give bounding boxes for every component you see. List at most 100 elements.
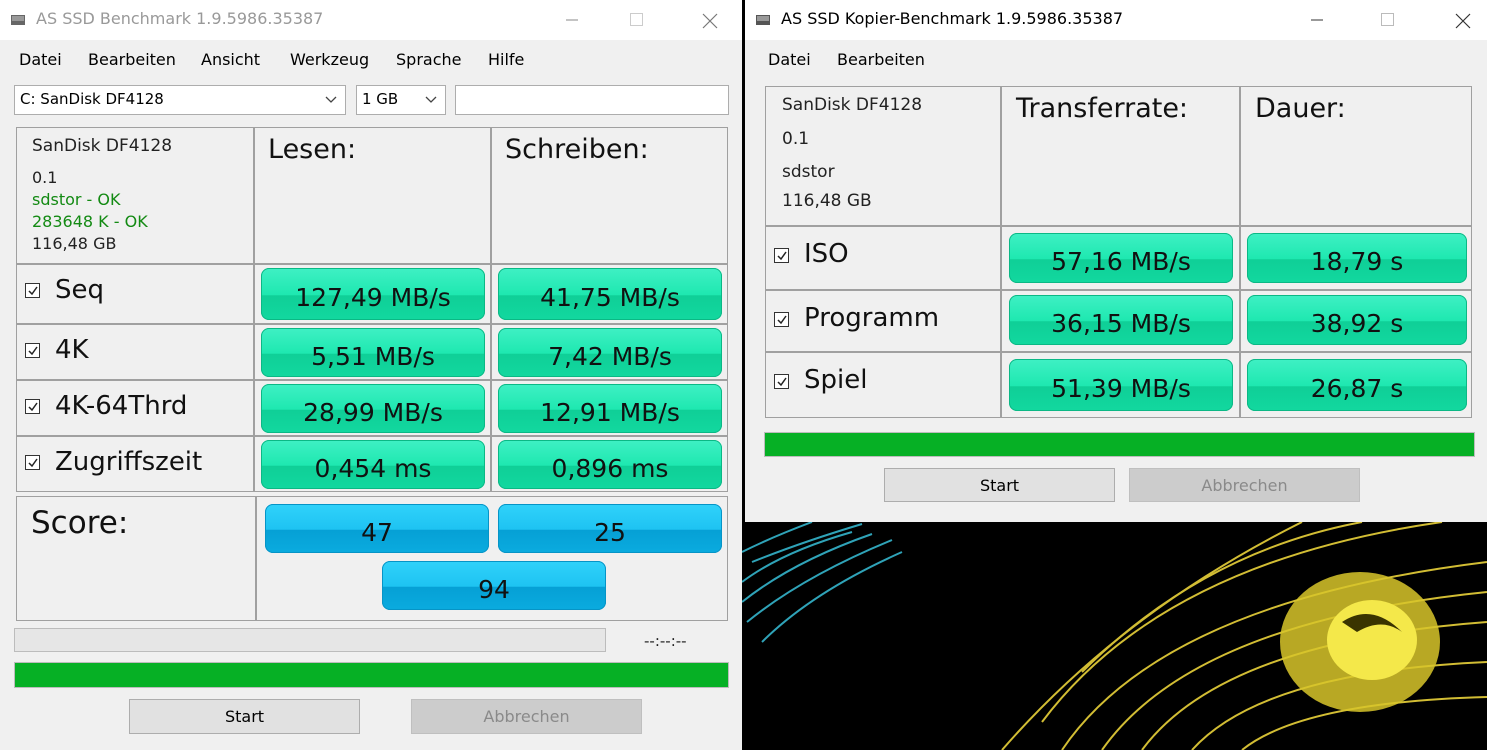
iso-label: ISO <box>804 239 849 269</box>
check-icon <box>28 458 38 468</box>
read-header-cell: Lesen: <box>254 127 491 264</box>
read-header: Lesen: <box>268 134 357 165</box>
minimize-button[interactable] <box>1295 0 1341 40</box>
score-read-value: 47 <box>265 504 489 553</box>
minimize-icon <box>1311 19 1323 21</box>
duration-header: Dauer: <box>1255 93 1346 124</box>
check-icon <box>777 315 787 325</box>
menu-hilfe[interactable]: Hilfe <box>488 50 524 69</box>
access-checkbox[interactable] <box>25 455 40 470</box>
row-4k64-read-cell: 28,99 MB/s <box>254 380 491 436</box>
test-progress-bar <box>14 628 606 652</box>
menu-ansicht[interactable]: Ansicht <box>201 50 260 69</box>
drive-select-value: C: SanDisk DF4128 <box>20 90 164 108</box>
4k-read-value: 5,51 MB/s <box>261 328 485 377</box>
check-icon <box>28 286 38 296</box>
4k-checkbox[interactable] <box>25 343 40 358</box>
check-icon <box>777 251 787 261</box>
access-read-value: 0,454 ms <box>261 440 485 489</box>
row-game-label-cell: Spiel <box>765 352 1001 418</box>
program-rate-value: 36,15 MB/s <box>1009 295 1233 345</box>
copy-progress-bar <box>764 432 1475 457</box>
text-field[interactable] <box>455 85 729 115</box>
desktop-wallpaper <box>742 522 1487 750</box>
menu-bearbeiten[interactable]: Bearbeiten <box>837 50 925 69</box>
iso-duration-value: 18,79 s <box>1247 233 1467 283</box>
row-iso-rate-cell: 57,16 MB/s <box>1001 226 1240 290</box>
4k64-label: 4K-64Thrd <box>55 391 188 421</box>
menubar: Datei Bearbeiten Ansicht Werkzeug Sprach… <box>0 46 742 74</box>
elapsed-timer: --:--:-- <box>644 632 687 650</box>
iso-checkbox[interactable] <box>774 248 789 263</box>
menubar: Datei Bearbeiten <box>745 46 1487 74</box>
copy-progress-fill <box>765 433 1474 456</box>
close-button[interactable] <box>1439 0 1485 40</box>
row-seq-label-cell: Seq <box>16 264 254 324</box>
score-label: Score: <box>31 505 129 541</box>
menu-sprache[interactable]: Sprache <box>396 50 461 69</box>
row-seq-write-cell: 41,75 MB/s <box>491 264 728 324</box>
row-4k64-label-cell: 4K-64Thrd <box>16 380 254 436</box>
row-access-label-cell: Zugriffszeit <box>16 436 254 492</box>
4k-write-value: 7,42 MB/s <box>498 328 722 377</box>
4k64-write-value: 12,91 MB/s <box>498 384 722 433</box>
access-write-value: 0,896 ms <box>498 440 722 489</box>
maximize-icon <box>1381 13 1394 26</box>
start-button[interactable]: Start <box>129 699 360 734</box>
start-button[interactable]: Start <box>884 468 1115 502</box>
game-duration-value: 26,87 s <box>1247 359 1467 411</box>
drive-capacity: 116,48 GB <box>782 191 872 211</box>
close-icon <box>702 13 718 29</box>
menu-werkzeug[interactable]: Werkzeug <box>290 50 369 69</box>
row-access-read-cell: 0,454 ms <box>254 436 491 492</box>
score-total-value: 94 <box>382 561 606 610</box>
score-values-cell: 47 25 94 <box>256 496 728 621</box>
row-program-label-cell: Programm <box>765 290 1001 352</box>
menu-bearbeiten[interactable]: Bearbeiten <box>88 50 176 69</box>
chevron-down-icon <box>425 96 437 103</box>
total-progress-bar <box>14 662 729 688</box>
drive-info-panel: SanDisk DF4128 0.1 sdstor 116,48 GB <box>765 86 1001 226</box>
row-program-duration-cell: 38,92 s <box>1240 290 1472 352</box>
close-button[interactable] <box>686 0 732 40</box>
access-label: Zugriffszeit <box>55 447 203 477</box>
rate-header-cell: Transferrate: <box>1001 86 1240 226</box>
menu-datei[interactable]: Datei <box>19 50 62 69</box>
iso-rate-value: 57,16 MB/s <box>1009 233 1233 283</box>
drive-firmware: 0.1 <box>32 168 58 187</box>
size-select[interactable]: 1 GB <box>356 85 446 115</box>
row-4k-write-cell: 7,42 MB/s <box>491 324 728 380</box>
abort-button[interactable]: Abbrechen <box>1129 468 1360 502</box>
row-iso-duration-cell: 18,79 s <box>1240 226 1472 290</box>
maximize-button[interactable] <box>1365 0 1411 40</box>
drive-select[interactable]: C: SanDisk DF4128 <box>14 85 346 115</box>
4k64-checkbox[interactable] <box>25 399 40 414</box>
drive-driver: sdstor <box>782 162 835 182</box>
check-icon <box>28 402 38 412</box>
drive-info-panel: SanDisk DF4128 0.1 sdstor - OK 283648 K … <box>16 127 254 264</box>
chevron-down-icon <box>325 96 337 103</box>
program-duration-value: 38,92 s <box>1247 295 1467 345</box>
copy-benchmark-titlebar[interactable]: AS SSD Kopier-Benchmark 1.9.5986.35387 <box>745 0 1487 40</box>
maximize-button[interactable] <box>614 0 660 40</box>
benchmark-titlebar[interactable]: AS SSD Benchmark 1.9.5986.35387 <box>0 0 742 40</box>
minimize-icon <box>566 19 578 21</box>
seq-checkbox[interactable] <box>25 283 40 298</box>
rate-header: Transferrate: <box>1016 93 1189 124</box>
abort-button[interactable]: Abbrechen <box>411 699 642 734</box>
menu-datei[interactable]: Datei <box>768 50 811 69</box>
close-icon <box>1455 13 1471 29</box>
drive-firmware: 0.1 <box>782 129 810 149</box>
write-header-cell: Schreiben: <box>491 127 728 264</box>
check-icon <box>777 377 787 387</box>
drive-model: SanDisk DF4128 <box>32 136 173 156</box>
row-program-rate-cell: 36,15 MB/s <box>1001 290 1240 352</box>
seq-write-value: 41,75 MB/s <box>498 268 722 320</box>
program-label: Programm <box>804 303 940 333</box>
seq-read-value: 127,49 MB/s <box>261 268 485 320</box>
drive-model: SanDisk DF4128 <box>782 95 923 115</box>
window-title: AS SSD Kopier-Benchmark 1.9.5986.35387 <box>781 9 1124 28</box>
game-checkbox[interactable] <box>774 374 789 389</box>
minimize-button[interactable] <box>550 0 596 40</box>
program-checkbox[interactable] <box>774 312 789 327</box>
